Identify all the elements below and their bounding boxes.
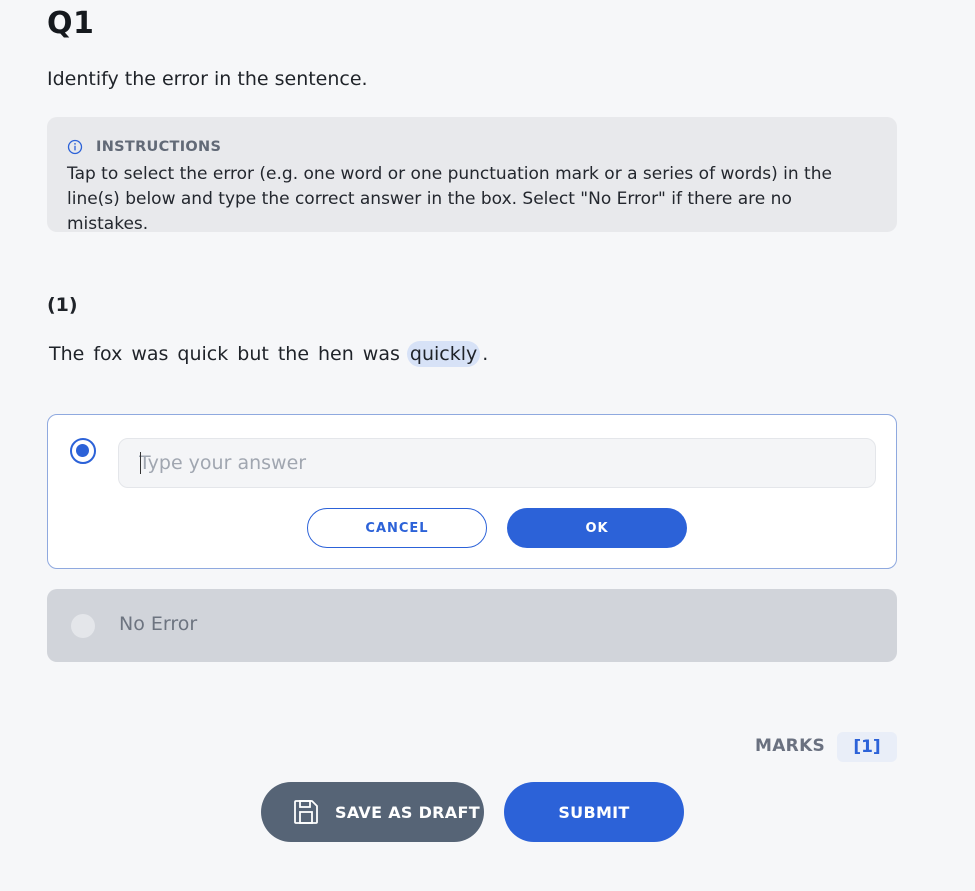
instructions-panel: INSTRUCTIONS Tap to select the error (e.… xyxy=(47,117,897,234)
save-as-draft-label: SAVE AS DRAFT xyxy=(335,802,480,822)
save-as-draft-button[interactable]: SAVE AS DRAFT xyxy=(261,782,484,842)
sentence-word[interactable]: quick xyxy=(175,341,230,367)
sentence-punctuation[interactable]: . xyxy=(480,341,490,367)
cancel-button[interactable]: CANCEL xyxy=(307,508,487,548)
sentence-word[interactable]: but xyxy=(235,341,271,367)
sentence-word[interactable]: was xyxy=(361,341,402,367)
question-title: Q1 xyxy=(47,6,95,41)
instructions-label: INSTRUCTIONS xyxy=(96,139,222,155)
instructions-header: INSTRUCTIONS xyxy=(67,137,877,157)
sentence: The fox was quick but the hen was quickl… xyxy=(47,339,490,369)
sentence-word-selected[interactable]: quickly xyxy=(406,341,481,367)
instructions-text: Tap to select the error (e.g. one word o… xyxy=(67,164,832,234)
answer-input[interactable] xyxy=(118,438,876,488)
sentence-word[interactable]: fox xyxy=(91,341,124,367)
ok-button[interactable]: OK xyxy=(507,508,687,548)
no-error-label: No Error xyxy=(119,613,198,635)
question-page: Q1 Identify the error in the sentence. I… xyxy=(0,0,975,891)
no-error-option[interactable]: No Error xyxy=(47,589,897,662)
answer-radio-selected[interactable] xyxy=(70,438,96,464)
question-prompt: Identify the error in the sentence. xyxy=(47,68,368,90)
no-error-radio[interactable] xyxy=(71,614,95,638)
text-caret xyxy=(140,452,141,474)
marks-label: MARKS xyxy=(755,736,826,756)
sentence-word[interactable]: The xyxy=(47,341,86,367)
info-icon xyxy=(67,139,83,155)
submit-button[interactable]: SUBMIT xyxy=(504,782,684,842)
part-label: (1) xyxy=(47,294,78,316)
answer-option-card: CANCEL OK xyxy=(47,414,897,569)
sentence-word[interactable]: the xyxy=(276,341,311,367)
marks-badge: [1] xyxy=(837,732,897,762)
sentence-word[interactable]: hen xyxy=(316,341,356,367)
sentence-word[interactable]: was xyxy=(129,341,170,367)
save-icon xyxy=(291,797,321,827)
